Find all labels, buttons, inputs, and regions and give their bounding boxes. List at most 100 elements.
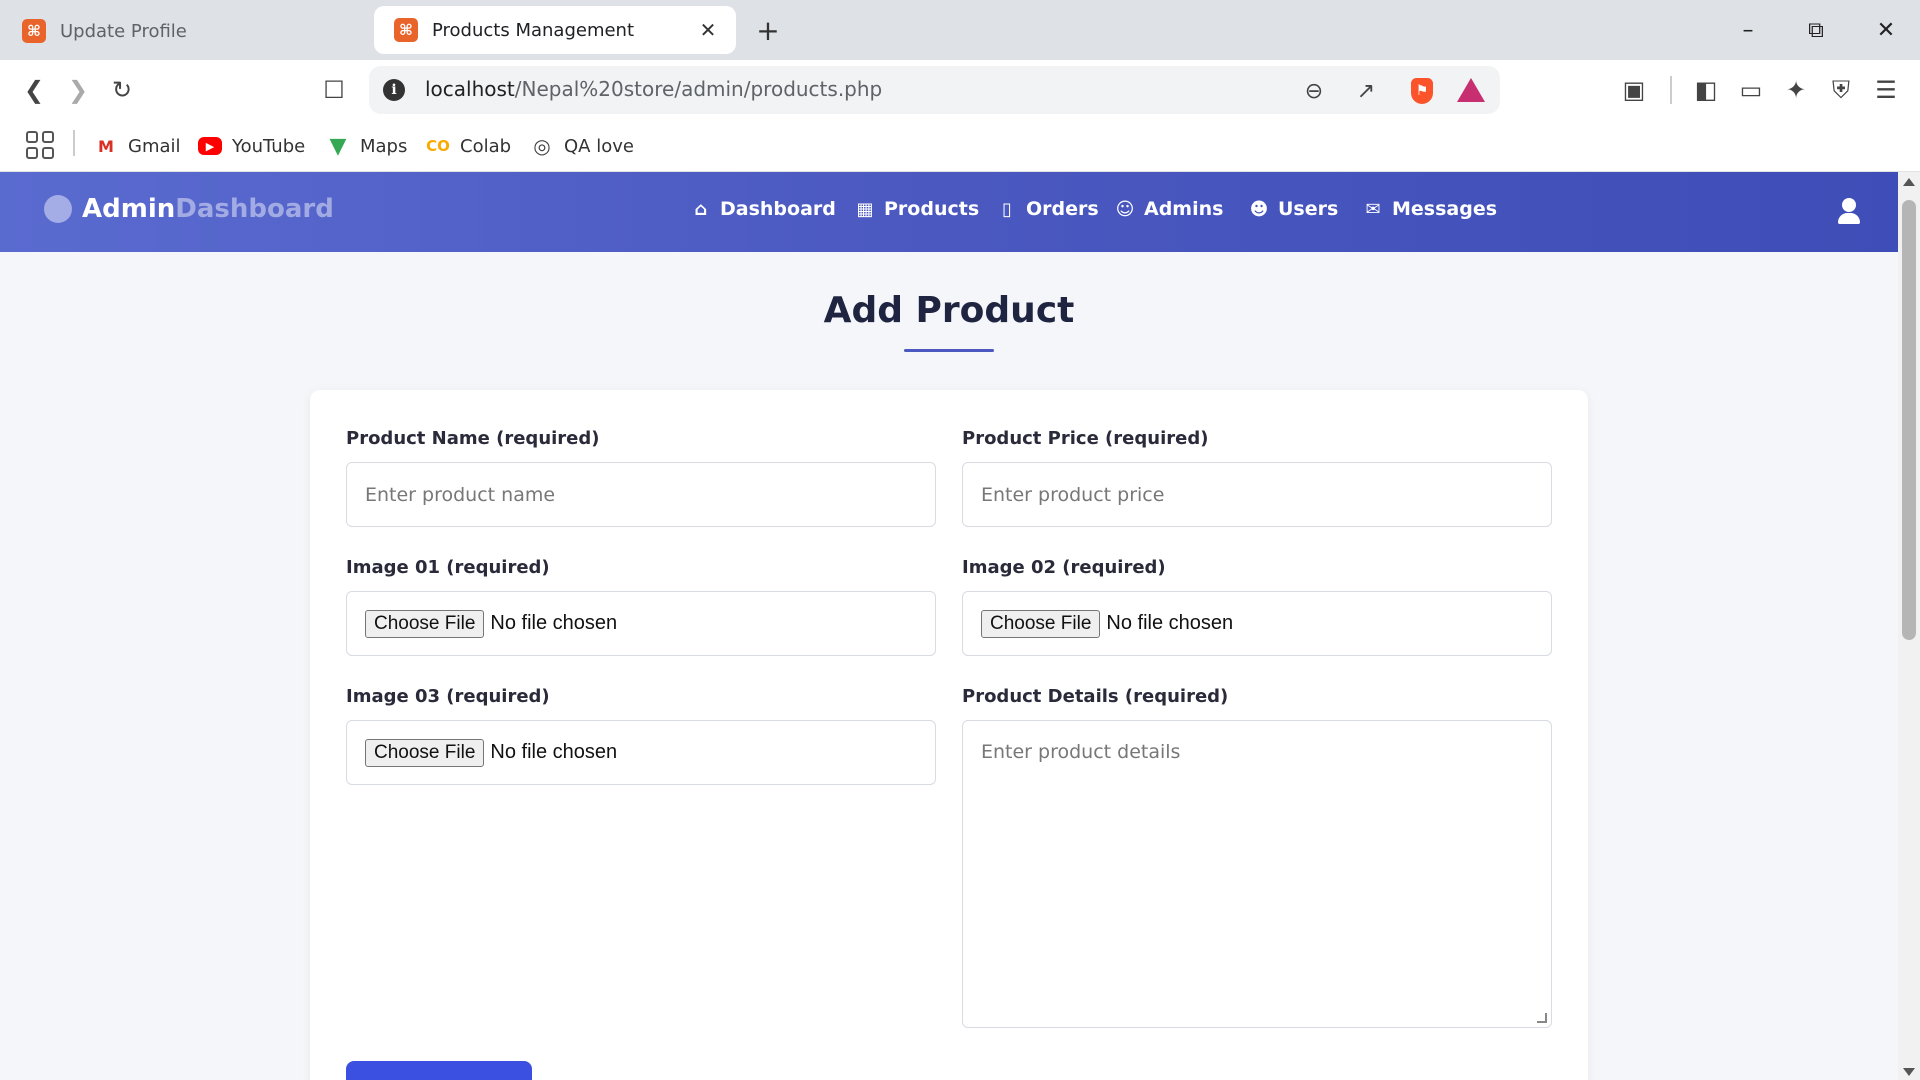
scroll-thumb[interactable]	[1902, 200, 1916, 640]
scroll-up-icon[interactable]	[1903, 178, 1915, 186]
scroll-down-icon[interactable]	[1903, 1068, 1915, 1076]
menu-icon[interactable]: ☰	[1868, 72, 1904, 108]
gmail-icon: M	[98, 136, 114, 156]
file-status: No file chosen	[490, 741, 618, 763]
sidebar-icon[interactable]: ◧	[1688, 72, 1724, 108]
tab-update-profile[interactable]: ⌘ Update Profile	[2, 8, 370, 54]
boxes-icon: ▦	[856, 198, 874, 220]
minimize-icon[interactable]: –	[1724, 10, 1772, 50]
file-status: No file chosen	[490, 612, 618, 634]
page-scrollbar[interactable]	[1898, 172, 1920, 1080]
page-title: Add Product	[823, 290, 1075, 331]
image-01-label: Image 01 (required)	[346, 557, 550, 578]
product-name-label: Product Name (required)	[346, 428, 600, 449]
dashboard-gauge-icon	[44, 195, 72, 223]
nav-orders[interactable]: ▯ Orders	[996, 198, 1099, 220]
address-bar[interactable]: i localhost/Nepal%20store/admin/products…	[369, 66, 1500, 114]
image-02-label: Image 02 (required)	[962, 557, 1166, 578]
youtube-icon: ▶	[198, 137, 222, 155]
admin-logo[interactable]: Admin Dashboard	[44, 194, 334, 224]
envelope-icon: ✉	[1365, 198, 1381, 220]
nav-messages[interactable]: ✉ Messages	[1362, 198, 1497, 220]
choose-file-button[interactable]: Choose File	[365, 738, 485, 767]
choose-file-button[interactable]: Choose File	[981, 609, 1101, 638]
product-price-input[interactable]: Enter product price	[962, 462, 1552, 527]
bookmark-icon[interactable]: ☐	[316, 72, 352, 108]
bookmark-label: YouTube	[232, 135, 306, 157]
xampp-icon: ⌘	[394, 18, 418, 42]
resize-handle-icon[interactable]	[1537, 1013, 1547, 1023]
image-03-label: Image 03 (required)	[346, 686, 550, 707]
xampp-icon: ⌘	[22, 19, 46, 43]
page-content: Admin Dashboard ⌂ Dashboard ▦ Products ▯ …	[0, 172, 1898, 1080]
wallet-icon[interactable]: ▭	[1733, 72, 1769, 108]
image-03-file-input: Choose File No file chosen	[346, 720, 936, 785]
maps-icon: ▼	[329, 133, 347, 159]
nav-dashboard[interactable]: ⌂ Dashboard	[690, 198, 836, 220]
leo-ai-icon[interactable]: ✦	[1778, 72, 1814, 108]
close-tab-icon[interactable]: ✕	[694, 16, 722, 44]
add-product-button[interactable]	[346, 1061, 532, 1080]
user-cog-icon: ☺	[1115, 198, 1135, 220]
users-icon: ☻	[1249, 198, 1269, 220]
image-01-file-input: Choose File No file chosen	[346, 591, 936, 656]
bookmark-label: QA love	[564, 135, 634, 157]
nav-label: Users	[1278, 198, 1339, 220]
share-icon[interactable]: ↗	[1351, 76, 1381, 106]
logo-secondary: Dashboard	[175, 194, 334, 224]
colab-icon: CO	[426, 137, 450, 155]
nav-label: Dashboard	[720, 198, 836, 220]
globe-icon: ◎	[533, 134, 551, 158]
bookmark-maps[interactable]: ▼ Maps	[326, 132, 408, 160]
zoom-icon[interactable]: ⊖	[1299, 76, 1329, 106]
nav-label: Admins	[1144, 198, 1224, 220]
brave-shields-icon[interactable]: ⚑	[1411, 78, 1433, 104]
bookmarks-divider	[73, 130, 75, 156]
bookmark-youtube[interactable]: ▶ YouTube	[198, 132, 305, 160]
user-profile-icon[interactable]	[1835, 198, 1863, 226]
browser-toolbar: ❮ ❯ ↻ ☐ i localhost/Nepal%20store/admin/…	[0, 60, 1920, 150]
admin-navbar: Admin Dashboard ⌂ Dashboard ▦ Products ▯ …	[0, 172, 1898, 252]
toolbar-divider	[1670, 76, 1672, 104]
logo-primary: Admin	[82, 194, 176, 224]
forward-icon[interactable]: ❯	[60, 72, 96, 108]
back-icon[interactable]: ❮	[16, 72, 52, 108]
new-tab-button[interactable]: +	[752, 14, 784, 47]
product-price-label: Product Price (required)	[962, 428, 1209, 449]
nav-label: Orders	[1026, 198, 1099, 220]
bookmark-label: Maps	[360, 135, 408, 157]
nav-products[interactable]: ▦ Products	[854, 198, 979, 220]
home-icon: ⌂	[694, 198, 708, 220]
tab-products-management[interactable]: ⌘ Products Management ✕	[374, 6, 736, 54]
nav-admins[interactable]: ☺ Admins	[1114, 198, 1224, 220]
product-details-label: Product Details (required)	[962, 686, 1229, 707]
choose-file-button[interactable]: Choose File	[365, 609, 485, 638]
vpn-icon[interactable]: ⛨	[1823, 72, 1859, 108]
product-details-textarea[interactable]: Enter product details	[962, 720, 1552, 1028]
bookmark-gmail[interactable]: M Gmail	[94, 132, 181, 160]
tab-title: Update Profile	[60, 20, 187, 42]
nav-label: Messages	[1392, 198, 1498, 220]
close-window-icon[interactable]: ✕	[1862, 10, 1910, 50]
bookmark-label: Gmail	[128, 135, 181, 157]
product-name-input[interactable]: Enter product name	[346, 462, 936, 527]
nav-label: Products	[884, 198, 980, 220]
file-status: No file chosen	[1106, 612, 1234, 634]
bookmark-colab[interactable]: CO Colab	[426, 132, 511, 160]
reload-icon[interactable]: ↻	[104, 72, 140, 108]
bookmark-label: Colab	[460, 135, 512, 157]
brave-rewards-icon[interactable]	[1457, 78, 1485, 102]
bookmark-qa-love[interactable]: ◎ QA love	[530, 132, 634, 160]
clipboard-icon: ▯	[1002, 198, 1012, 220]
image-02-file-input: Choose File No file chosen	[962, 591, 1552, 656]
add-product-form: Product Name (required) Enter product na…	[310, 390, 1588, 1080]
details-placeholder: Enter product details	[981, 741, 1181, 763]
nav-users[interactable]: ☻ Users	[1248, 198, 1339, 220]
tab-title: Products Management	[432, 19, 635, 41]
url-text[interactable]: localhost/Nepal%20store/admin/products.p…	[425, 77, 882, 101]
apps-icon[interactable]	[26, 131, 54, 159]
restore-icon[interactable]: ⧉	[1792, 10, 1840, 50]
site-info-icon[interactable]: i	[383, 79, 405, 101]
reader-mode-icon[interactable]: ▣	[1616, 72, 1652, 108]
tab-strip: ⌘ Update Profile ⌘ Products Management ✕…	[0, 0, 1920, 60]
